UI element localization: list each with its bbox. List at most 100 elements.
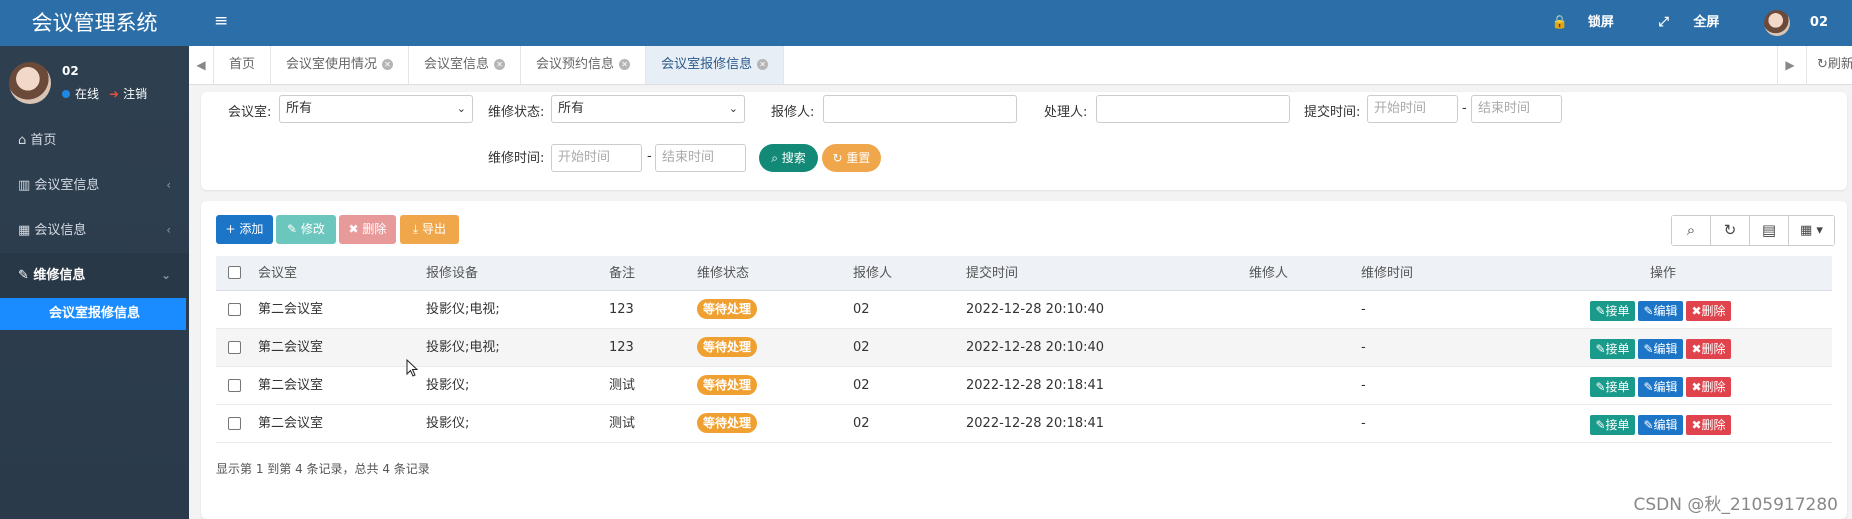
- chevron-down-icon: ⌄: [160, 268, 171, 282]
- chevron-left-icon: ‹: [166, 178, 171, 192]
- row-edit-button[interactable]: ✎编辑: [1638, 339, 1683, 359]
- close-icon: ✖: [348, 222, 363, 236]
- user-menu[interactable]: 02: [1763, 9, 1848, 36]
- lock-label: 锁屏: [1587, 15, 1614, 30]
- column-header[interactable]: 报修设备: [426, 256, 478, 291]
- cell-note: 123: [609, 302, 634, 317]
- export-button[interactable]: ⤓ 导出: [400, 215, 459, 244]
- row-delete-button[interactable]: ✖删除: [1686, 301, 1731, 321]
- delete-label: 删除: [1701, 304, 1726, 318]
- tab-scroll-right-icon[interactable]: ▶: [1777, 46, 1802, 84]
- refresh-tab-button[interactable]: ↻刷新: [1806, 46, 1852, 84]
- status-select[interactable]: 所有 ⌄: [551, 95, 745, 123]
- sidebar-item-repair-info[interactable]: ✎ 维修信息 ⌄: [0, 253, 189, 298]
- reporter-label: 报修人:: [771, 105, 815, 120]
- status-badge: 等待处理: [697, 299, 758, 319]
- table-row[interactable]: 第二会议室 投影仪;电视; 123 等待处理 02 2022-12-28 20:…: [216, 329, 1832, 367]
- sidebar-subitem-room-repair[interactable]: 会议室报修信息: [0, 298, 186, 330]
- accept-button[interactable]: ✎接单: [1590, 301, 1635, 321]
- tab-home[interactable]: 首页: [214, 46, 272, 84]
- submit-time-label: 提交时间:: [1304, 105, 1361, 120]
- table-row[interactable]: 第二会议室 投影仪; 测试 等待处理 02 2022-12-28 20:18:4…: [216, 367, 1832, 405]
- logout-icon[interactable]: ➜: [109, 87, 119, 101]
- delete-button[interactable]: ✖ 删除: [339, 215, 396, 244]
- cell-room: 第二会议室: [258, 302, 324, 317]
- handler-input[interactable]: [1096, 95, 1290, 123]
- tab-room-repair[interactable]: 会议室报修信息 ✕: [646, 46, 785, 84]
- repair-end-input[interactable]: 结束时间: [655, 144, 746, 172]
- reporter-input[interactable]: [823, 95, 1017, 123]
- table-row[interactable]: 第二会议室 投影仪;电视; 123 等待处理 02 2022-12-28 20:…: [216, 291, 1832, 329]
- select-all-checkbox[interactable]: [228, 266, 241, 279]
- close-icon[interactable]: ✕: [382, 59, 394, 70]
- row-delete-button[interactable]: ✖删除: [1686, 339, 1731, 359]
- cell-room: 第二会议室: [258, 416, 324, 431]
- row-edit-button[interactable]: ✎编辑: [1638, 301, 1683, 321]
- add-button[interactable]: + 添加: [216, 215, 273, 244]
- submit-end-input[interactable]: 结束时间: [1471, 95, 1562, 123]
- sidebar-item-room-info[interactable]: ▥ 会议室信息 ‹: [0, 163, 189, 208]
- cell-reporter: 02: [853, 302, 870, 317]
- refresh-icon[interactable]: ↻: [1711, 216, 1750, 245]
- avatar[interactable]: [9, 62, 51, 104]
- column-header[interactable]: 维修状态: [697, 256, 749, 291]
- expand-icon: ⤢: [1658, 15, 1674, 30]
- refresh-icon: ↻: [832, 151, 847, 165]
- table-panel: + 添加 ✎ 修改 ✖ 删除 ⤓ 导出 ⌕ ↻ ▤ ▦ ▾ 会议室 报修设备 备…: [201, 201, 1847, 519]
- close-icon[interactable]: ✕: [619, 59, 631, 70]
- reset-button[interactable]: ↻ 重置: [822, 144, 881, 172]
- cell-note: 测试: [609, 416, 636, 431]
- search-icon[interactable]: ⌕: [1672, 216, 1711, 245]
- tab-scroll-left-icon[interactable]: ◀: [189, 46, 214, 84]
- column-header[interactable]: 操作: [1650, 256, 1676, 291]
- room-select[interactable]: 所有 ⌄: [279, 95, 473, 123]
- row-edit-button[interactable]: ✎编辑: [1638, 415, 1683, 435]
- accept-button[interactable]: ✎接单: [1590, 377, 1635, 397]
- fullscreen-button[interactable]: ⤢ 全屏: [1658, 15, 1739, 30]
- row-delete-button[interactable]: ✖删除: [1686, 377, 1731, 397]
- sidebar-item-label: 维修信息: [33, 268, 86, 283]
- column-header[interactable]: 维修人: [1249, 256, 1288, 291]
- row-edit-button[interactable]: ✎编辑: [1638, 377, 1683, 397]
- status-badge: 等待处理: [697, 337, 758, 357]
- close-icon[interactable]: ✕: [494, 59, 506, 70]
- menu-toggle-icon[interactable]: ≡: [214, 11, 228, 31]
- edit-button[interactable]: ✎ 修改: [276, 215, 336, 244]
- column-header[interactable]: 维修时间: [1361, 256, 1413, 291]
- column-header[interactable]: 会议室: [258, 256, 297, 291]
- column-header[interactable]: 报修人: [853, 256, 892, 291]
- delete-label: 删除: [1701, 418, 1726, 432]
- repair-start-input[interactable]: 开始时间: [551, 144, 642, 172]
- columns-icon[interactable]: ▦ ▾: [1789, 216, 1834, 245]
- lock-screen-button[interactable]: 🔒 锁屏: [1552, 15, 1634, 30]
- column-header[interactable]: 备注: [609, 256, 635, 291]
- range-dash: -: [1462, 101, 1467, 116]
- row-delete-button[interactable]: ✖删除: [1686, 415, 1731, 435]
- tab-room-info[interactable]: 会议室信息 ✕: [409, 46, 522, 84]
- tab-list: 首页 会议室使用情况 ✕ 会议室信息 ✕ 会议预约信息 ✕ 会议室报修信息 ✕: [214, 46, 785, 84]
- row-checkbox[interactable]: [228, 379, 241, 392]
- accept-button[interactable]: ✎接单: [1590, 339, 1635, 359]
- row-checkbox[interactable]: [228, 417, 241, 430]
- row-checkbox[interactable]: [228, 303, 241, 316]
- tab-room-usage[interactable]: 会议室使用情况 ✕: [271, 46, 410, 84]
- cell-submit-time: 2022-12-28 20:10:40: [966, 340, 1105, 355]
- top-right-tools: 🔒 锁屏 ⤢ 全屏 02: [1552, 0, 1852, 46]
- column-header[interactable]: 提交时间: [966, 256, 1018, 291]
- submit-start-input[interactable]: 开始时间: [1367, 95, 1458, 123]
- repair-time-label: 维修时间:: [488, 151, 545, 166]
- sidebar-item-meeting-info[interactable]: ▦ 会议信息 ‹: [0, 208, 189, 253]
- close-icon[interactable]: ✕: [757, 59, 769, 70]
- search-button[interactable]: ⌕ 搜索: [759, 144, 818, 172]
- tab-label: 首页: [229, 57, 256, 72]
- accept-button[interactable]: ✎接单: [1590, 415, 1635, 435]
- row-checkbox[interactable]: [228, 341, 241, 354]
- home-icon: ⌂: [18, 133, 31, 148]
- tab-label: 会议室信息: [424, 57, 490, 72]
- sidebar-item-home[interactable]: ⌂ 首页: [0, 118, 189, 163]
- tab-booking-info[interactable]: 会议预约信息 ✕: [521, 46, 647, 84]
- logout-link[interactable]: 注销: [123, 87, 147, 101]
- table-header: 会议室 报修设备 备注 维修状态 报修人 提交时间 维修人 维修时间 操作: [216, 256, 1832, 291]
- toggle-view-icon[interactable]: ▤: [1750, 216, 1789, 245]
- table-row[interactable]: 第二会议室 投影仪; 测试 等待处理 02 2022-12-28 20:18:4…: [216, 405, 1832, 443]
